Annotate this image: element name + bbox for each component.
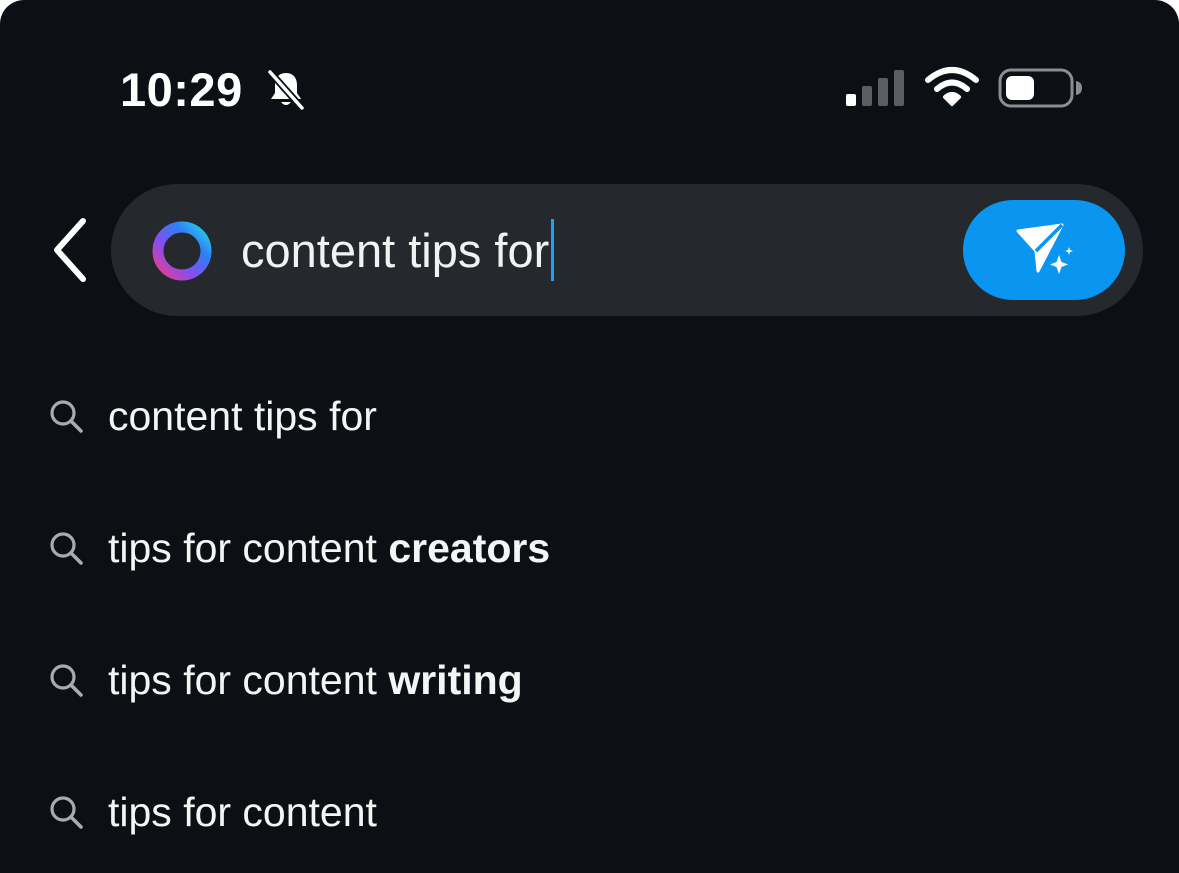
suggestion-prefix: tips for content <box>108 656 389 703</box>
search-input[interactable]: content tips for <box>241 214 941 286</box>
search-query-text: content tips for <box>241 223 550 277</box>
search-icon <box>50 400 83 433</box>
back-button[interactable] <box>38 212 102 288</box>
search-icon <box>50 664 83 697</box>
suggestion-item[interactable]: content tips for <box>0 350 1179 482</box>
suggestion-label: tips for content writing <box>108 657 523 704</box>
screen: 10:29 content tips for content tips for … <box>0 0 1179 873</box>
status-time: 10:29 <box>120 63 243 116</box>
meta-ai-ring-icon <box>152 221 212 281</box>
cellular-signal-icon <box>846 70 904 106</box>
suggestion-label: content tips for <box>108 393 377 440</box>
suggestion-emphasis: writing <box>388 656 523 703</box>
suggestion-emphasis: creators <box>388 524 551 571</box>
search-bar: content tips for <box>111 184 1143 316</box>
status-bar: 10:29 <box>0 0 1179 180</box>
suggestion-prefix: tips for content <box>108 524 389 571</box>
bell-slash-icon <box>267 69 305 111</box>
suggestion-prefix: tips for content <box>108 788 377 835</box>
suggestion-prefix: content tips for <box>108 392 377 439</box>
chevron-left-icon <box>54 218 86 282</box>
suggestion-label: tips for content <box>108 789 377 836</box>
text-caret <box>551 219 555 281</box>
search-icon <box>50 532 83 565</box>
suggestion-item[interactable]: tips for content <box>0 746 1179 873</box>
suggestion-list: content tips for tips for content creato… <box>0 350 1179 873</box>
send-button[interactable] <box>963 200 1125 300</box>
suggestion-item[interactable]: tips for content writing <box>0 614 1179 746</box>
suggestion-label: tips for content creators <box>108 525 550 572</box>
send-sparkle-icon <box>1016 223 1073 274</box>
suggestion-item[interactable]: tips for content creators <box>0 482 1179 614</box>
search-icon <box>50 796 83 829</box>
wifi-icon <box>925 67 979 106</box>
battery-icon <box>998 68 1082 108</box>
